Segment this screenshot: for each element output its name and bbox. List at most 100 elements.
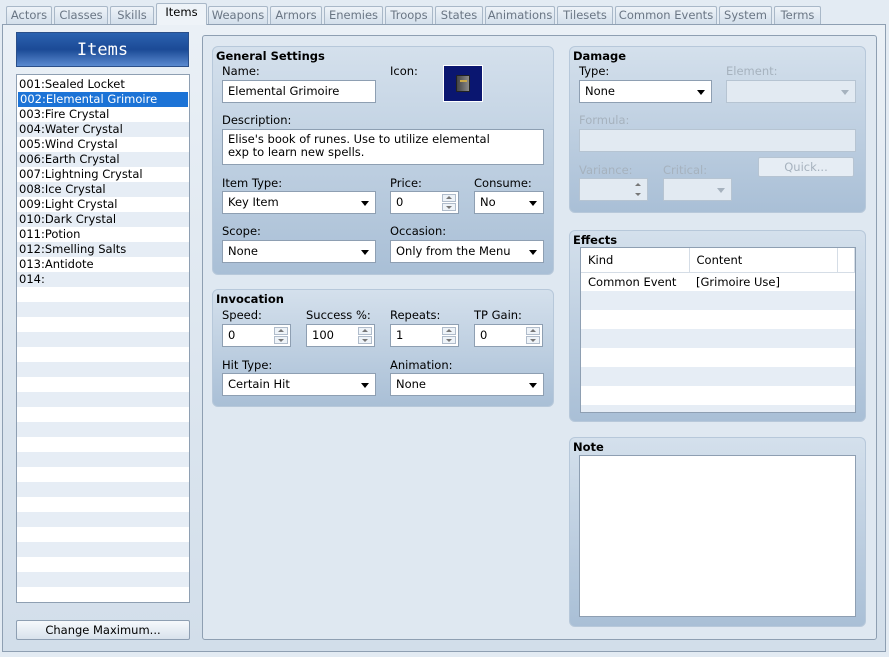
empty-list-row[interactable]: [17, 542, 189, 557]
empty-list-row[interactable]: [17, 437, 189, 452]
group-title: Damage: [573, 49, 627, 63]
change-maximum-button[interactable]: Change Maximum...: [16, 620, 190, 640]
list-item[interactable]: 011:Potion: [17, 227, 189, 242]
item-type-select[interactable]: Key Item: [222, 191, 376, 214]
list-item[interactable]: 009:Light Crystal: [17, 197, 189, 212]
description-line: exp to learn new spells.: [228, 145, 365, 159]
list-item[interactable]: 003:Fire Crystal: [17, 107, 189, 122]
empty-list-row[interactable]: [17, 497, 189, 512]
quick-button[interactable]: Quick...: [758, 157, 854, 177]
list-item[interactable]: 012:Smelling Salts: [17, 242, 189, 257]
spinner-arrows-icon[interactable]: [442, 194, 456, 211]
consume-value: No: [480, 195, 496, 209]
formula-label: Formula:: [579, 113, 630, 127]
element-select[interactable]: [726, 80, 856, 103]
chevron-down-icon: [529, 201, 537, 206]
spinner-arrows-icon[interactable]: [358, 327, 372, 344]
tab-skills[interactable]: Skills: [110, 6, 154, 24]
hit-type-select[interactable]: Certain Hit: [222, 373, 376, 396]
tab-items[interactable]: Items: [156, 3, 207, 25]
empty-list-row[interactable]: [17, 587, 189, 602]
icon-picker[interactable]: [443, 65, 483, 102]
spinner-arrows-icon[interactable]: [526, 327, 540, 344]
variance-label: Variance:: [579, 163, 633, 177]
repeats-label: Repeats:: [390, 308, 441, 322]
tab-animations[interactable]: Animations: [485, 6, 555, 24]
tab-terms[interactable]: Terms: [774, 6, 821, 24]
list-item[interactable]: 002:Elemental Grimoire: [18, 92, 188, 107]
formula-input[interactable]: [579, 129, 856, 152]
tab-classes[interactable]: Classes: [54, 6, 108, 24]
list-item[interactable]: 005:Wind Crystal: [17, 137, 189, 152]
list-item[interactable]: 001:Sealed Locket: [17, 77, 189, 92]
spinner-arrows-icon[interactable]: [442, 327, 456, 344]
tab-actors[interactable]: Actors: [6, 6, 52, 24]
tab-states[interactable]: States: [435, 6, 483, 24]
empty-list-row[interactable]: [17, 482, 189, 497]
group-title: Note: [573, 440, 604, 454]
consume-select[interactable]: No: [474, 191, 544, 214]
damage-type-select[interactable]: None: [579, 80, 712, 103]
empty-list-row[interactable]: [17, 287, 189, 302]
empty-list-row[interactable]: [17, 452, 189, 467]
item-type-label: Item Type:: [222, 176, 283, 190]
empty-list-row[interactable]: [17, 362, 189, 377]
tab-weapons[interactable]: Weapons: [208, 6, 268, 24]
list-item[interactable]: 014:: [17, 272, 189, 287]
tab-enemies[interactable]: Enemies: [324, 6, 383, 24]
tab-system[interactable]: System: [719, 6, 772, 24]
list-item[interactable]: 008:Ice Crystal: [17, 182, 189, 197]
empty-list-row[interactable]: [17, 377, 189, 392]
success-value: 100: [312, 328, 334, 342]
empty-list-row[interactable]: [17, 392, 189, 407]
name-input[interactable]: Elemental Grimoire: [222, 80, 376, 103]
item-list[interactable]: 001:Sealed Locket 002:Elemental Grimoire 0…: [16, 74, 190, 603]
list-item[interactable]: 004:Water Crystal: [17, 122, 189, 137]
tab-troops[interactable]: Troops: [385, 6, 433, 24]
spinner-arrows-icon[interactable]: [274, 327, 288, 344]
empty-list-row[interactable]: [17, 512, 189, 527]
empty-list-row[interactable]: [17, 407, 189, 422]
empty-list-row[interactable]: [17, 317, 189, 332]
chevron-down-icon: [361, 383, 369, 388]
list-item[interactable]: 007:Lightning Crystal: [17, 167, 189, 182]
group-title: Invocation: [216, 292, 284, 306]
empty-list-row[interactable]: [17, 557, 189, 572]
variance-spinner[interactable]: [579, 178, 648, 201]
speed-spinner[interactable]: 0: [222, 324, 291, 347]
success-spinner[interactable]: 100: [306, 324, 375, 347]
effects-table[interactable]: Kind Content Common Event [Grimoire Use]: [580, 247, 856, 413]
tab-armors[interactable]: Armors: [270, 6, 322, 24]
spinner-arrows-icon[interactable]: [631, 181, 645, 198]
table-row[interactable]: Common Event [Grimoire Use]: [581, 272, 855, 291]
column-header-content[interactable]: Content: [689, 248, 838, 273]
repeats-value: 1: [396, 328, 404, 342]
price-spinner[interactable]: 0: [390, 191, 459, 214]
tp-gain-spinner[interactable]: 0: [474, 324, 543, 347]
empty-list-row[interactable]: [17, 572, 189, 587]
note-textarea[interactable]: [579, 455, 856, 617]
empty-list-row[interactable]: [17, 302, 189, 317]
column-header-kind[interactable]: Kind: [581, 248, 690, 273]
critical-label: Critical:: [663, 163, 708, 177]
hit-type-label: Hit Type:: [222, 358, 273, 372]
empty-list-row[interactable]: [17, 467, 189, 482]
chevron-down-icon: [361, 201, 369, 206]
occasion-select[interactable]: Only from the Menu: [390, 240, 544, 263]
animation-select[interactable]: None: [390, 373, 544, 396]
list-item[interactable]: 006:Earth Crystal: [17, 152, 189, 167]
group-title: General Settings: [216, 49, 325, 63]
description-input[interactable]: Elise's book of runes. Use to utilize el…: [222, 129, 544, 165]
empty-list-row[interactable]: [17, 332, 189, 347]
empty-list-row[interactable]: [17, 347, 189, 362]
tab-tilesets[interactable]: Tilesets: [557, 6, 613, 24]
scope-select[interactable]: None: [222, 240, 376, 263]
repeats-spinner[interactable]: 1: [390, 324, 459, 347]
tab-common-events[interactable]: Common Events: [615, 6, 717, 24]
chevron-down-icon: [529, 383, 537, 388]
empty-list-row[interactable]: [17, 422, 189, 437]
list-item[interactable]: 010:Dark Crystal: [17, 212, 189, 227]
empty-list-row[interactable]: [17, 527, 189, 542]
list-item[interactable]: 013:Antidote: [17, 257, 189, 272]
critical-select[interactable]: [663, 178, 732, 201]
